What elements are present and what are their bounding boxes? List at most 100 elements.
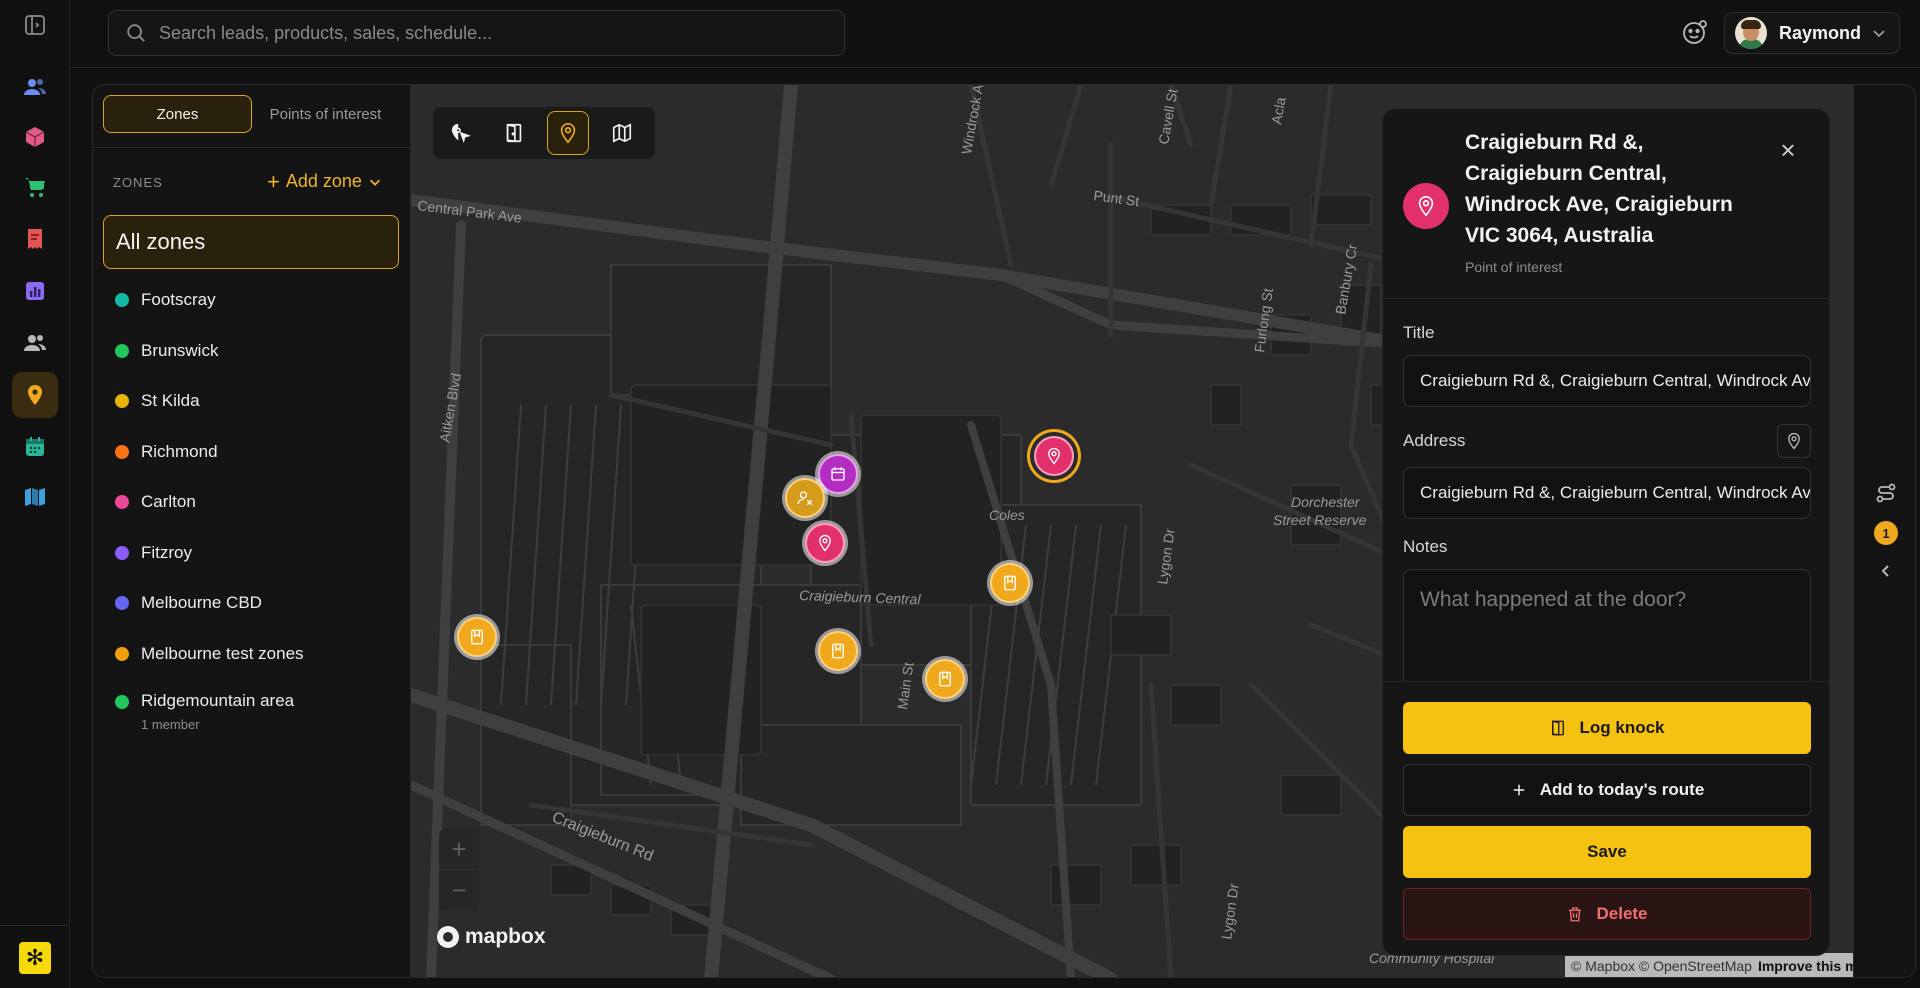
calendar-pin-marker[interactable] [818, 454, 858, 494]
poi-pin-marker[interactable] [805, 523, 845, 563]
zone-color-dot [115, 695, 129, 709]
map-pin-icon [1788, 432, 1800, 450]
zones-section-label: ZONES [113, 175, 163, 190]
point-of-interest-tool[interactable] [546, 111, 590, 155]
add-zone-button[interactable]: + Add zone [267, 168, 382, 194]
bookmark-pin-marker[interactable] [925, 659, 965, 699]
tab-zones[interactable]: Zones [103, 95, 252, 133]
sales-cart-icon[interactable] [12, 164, 58, 210]
improve-map-link[interactable]: Improve this map [1758, 958, 1853, 974]
calendar-icon [831, 467, 845, 481]
notes-field[interactable]: What happened at the door? [1403, 569, 1811, 689]
poi-detail-card: Craigieburn Rd &, Craigieburn Central, W… [1382, 108, 1830, 956]
bookmark-icon [1004, 575, 1016, 591]
panel-divider [93, 147, 411, 148]
zone-label: Brunswick [141, 340, 219, 360]
team-icon[interactable] [12, 320, 58, 366]
orders-icon[interactable] [12, 216, 58, 262]
zone-label: Melbourne CBD [141, 593, 262, 613]
address-field[interactable]: Craigieburn Rd &, Craigieburn Central, W… [1403, 467, 1811, 519]
svg-text:Dorchester: Dorchester [1291, 494, 1361, 510]
bookmark-pin-marker[interactable] [990, 563, 1030, 603]
title-field[interactable]: Craigieburn Rd &, Craigieburn Central, W… [1403, 355, 1811, 407]
zone-color-dot [115, 343, 129, 358]
zone-label: Melbourne test zones [141, 643, 304, 663]
zone-item-melbourne-test-zones[interactable]: Melbourne test zones [93, 629, 411, 680]
zone-color-dot [115, 596, 129, 611]
map-pin-icon[interactable] [12, 372, 58, 418]
address-label: Address [1403, 431, 1466, 450]
zoom-in-button[interactable]: + [439, 829, 479, 870]
plus-icon [1513, 784, 1524, 796]
user-name: Raymond [1779, 22, 1862, 43]
close-icon[interactable]: × [1775, 135, 1801, 165]
user-menu[interactable]: Raymond [1724, 12, 1900, 54]
right-strip: 1 [1853, 85, 1915, 977]
title-label: Title [1403, 323, 1435, 342]
poi-badge [1403, 183, 1449, 229]
global-search[interactable] [108, 10, 845, 56]
zone-item-footscray[interactable]: Footscray [93, 275, 411, 326]
chevron-down-icon [369, 179, 380, 186]
pick-location-tool[interactable] [439, 111, 481, 155]
zone-color-dot [115, 545, 129, 560]
svg-text:Street Reserve: Street Reserve [1273, 512, 1367, 528]
products-icon[interactable] [12, 114, 58, 160]
all-zones-item[interactable]: All zones [103, 215, 399, 269]
delete-button[interactable]: Delete [1403, 888, 1811, 940]
plus-icon: + [267, 168, 280, 194]
zone-item-st-kilda[interactable]: St Kilda [93, 376, 411, 427]
zone-color-dot [115, 444, 129, 459]
lead-pin-marker[interactable] [785, 478, 825, 518]
zones-panel: Zones Points of interest ZONES + Add zon… [93, 85, 411, 977]
save-button[interactable]: Save [1403, 826, 1811, 878]
zone-item-fitzroy[interactable]: Fitzroy [93, 528, 411, 579]
log-knock-button[interactable]: Log knock [1403, 702, 1811, 754]
door-tool[interactable] [493, 111, 535, 155]
map-pointer-icon [451, 123, 471, 144]
chevron-down-icon [1873, 30, 1885, 38]
calendar-icon[interactable] [12, 424, 58, 470]
zones-map-tool[interactable] [601, 111, 643, 155]
bookmark-icon [939, 671, 951, 687]
delete-label: Delete [1596, 904, 1648, 923]
zone-item-carlton[interactable]: Carlton [93, 477, 411, 528]
search-input[interactable] [159, 22, 819, 44]
sidebar-toggle-icon[interactable] [12, 2, 58, 48]
zone-item-brunswick[interactable]: Brunswick [93, 326, 411, 377]
card-actions: Log knock Add to today's route Save Dele… [1383, 681, 1829, 955]
zone-label: Richmond [141, 441, 218, 461]
chevron-left-icon[interactable] [1878, 563, 1894, 579]
mapbox-logo[interactable]: mapbox [437, 925, 546, 949]
contacts-icon[interactable] [12, 64, 58, 110]
zone-item-ridgemountain-area[interactable]: Ridgemountain area 1 member [93, 679, 411, 741]
reports-icon[interactable] [12, 268, 58, 314]
bookmark-icon [471, 629, 483, 645]
tab-points-of-interest[interactable]: Points of interest [252, 95, 399, 133]
locate-address-button[interactable] [1777, 424, 1811, 458]
map-icon [612, 123, 632, 143]
route-icon[interactable] [1874, 481, 1898, 505]
notes-label: Notes [1403, 537, 1448, 556]
avatar [1735, 17, 1767, 49]
zone-label: Fitzroy [141, 542, 192, 562]
map-icon[interactable] [12, 474, 58, 520]
zone-color-dot [115, 495, 129, 510]
status-smile-icon[interactable] [1681, 18, 1709, 46]
selected-poi-marker[interactable] [1034, 436, 1074, 476]
zone-label: St Kilda [141, 391, 200, 411]
add-to-route-button[interactable]: Add to today's route [1403, 764, 1811, 816]
bookmark-pin-marker[interactable] [818, 631, 858, 671]
zone-item-richmond[interactable]: Richmond [93, 427, 411, 478]
door-icon [506, 123, 522, 143]
brand-logo-icon[interactable]: ✻ [19, 942, 51, 974]
bookmark-pin-marker[interactable] [457, 617, 497, 657]
zone-item-melbourne-cbd[interactable]: Melbourne CBD [93, 578, 411, 629]
map-attribution: © Mapbox © OpenStreetMap Improve this map [1565, 953, 1853, 977]
zone-color-dot [115, 646, 129, 661]
zone-list: Footscray Brunswick St Kilda Richmond Ca… [93, 275, 411, 741]
map-pin-icon [1048, 447, 1060, 465]
panel-tabs: Zones Points of interest [103, 95, 399, 133]
attribution-text: © Mapbox © OpenStreetMap [1571, 958, 1752, 974]
zoom-out-button[interactable]: − [439, 870, 479, 911]
